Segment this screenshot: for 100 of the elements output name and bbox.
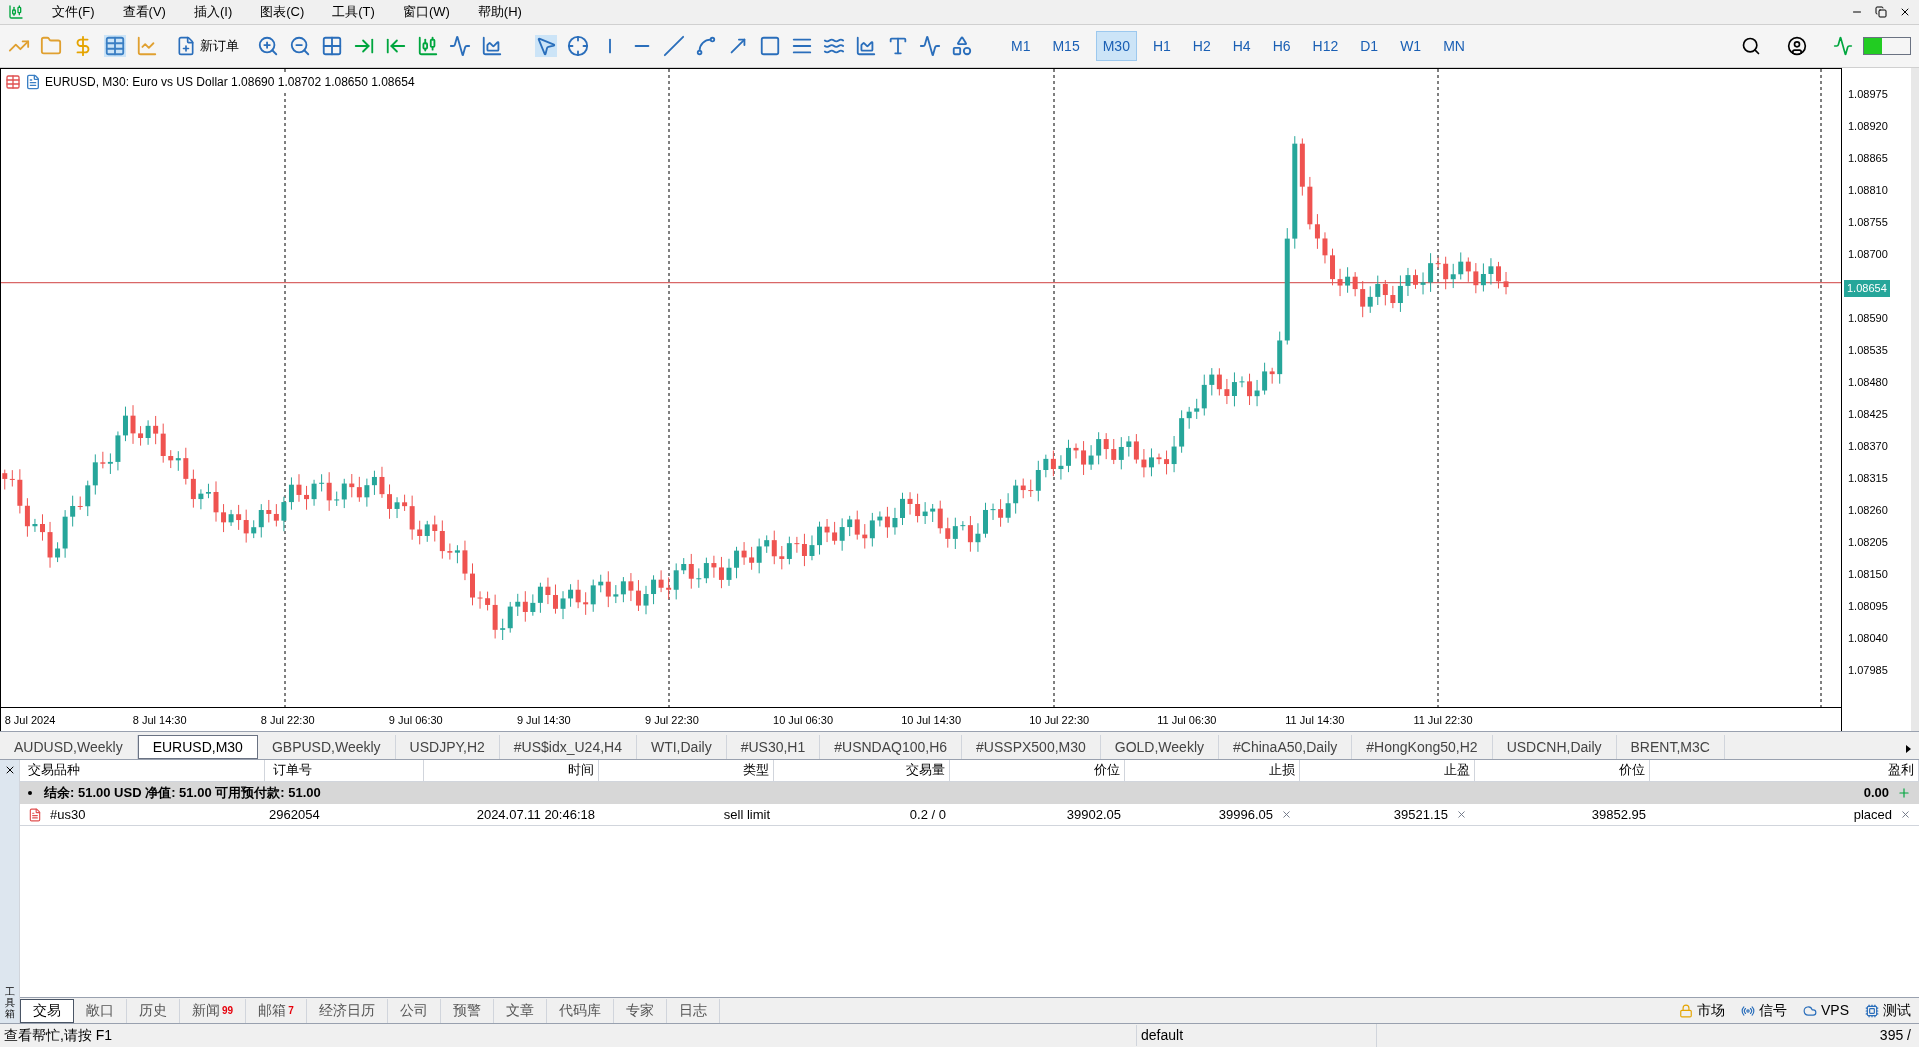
timeframe-button[interactable]: H6 — [1266, 31, 1297, 61]
service-link[interactable]: 测试 — [1857, 1000, 1919, 1021]
price-axis-label: 1.08260 — [1847, 503, 1889, 518]
indicator-icon[interactable] — [449, 35, 471, 57]
chart-tab[interactable]: #ChinaA50,Daily — [1219, 735, 1353, 759]
timeframe-button[interactable]: M15 — [1046, 31, 1086, 61]
trend-line-icon[interactable] — [663, 35, 685, 57]
remove-icon[interactable] — [1456, 809, 1467, 820]
chart-tab[interactable]: EURUSD,M30 — [137, 735, 258, 759]
timeframe-button[interactable]: W1 — [1394, 31, 1428, 61]
text-icon[interactable] — [887, 35, 909, 57]
total-profit: 0.00 — [1863, 784, 1889, 803]
zoom-in-icon[interactable] — [257, 35, 279, 57]
toolbox-tab[interactable]: 历史 — [127, 998, 180, 1023]
new-order-button[interactable]: 新订单 — [168, 31, 247, 61]
menu-item[interactable]: 帮助(H) — [465, 2, 534, 22]
column-header[interactable]: 止盈 — [1300, 760, 1475, 781]
toolbox-tab[interactable]: 代码库 — [546, 998, 614, 1023]
toolbox-tab[interactable]: 交易 — [20, 998, 74, 1023]
column-header[interactable]: 交易品种 — [20, 760, 265, 781]
service-link[interactable]: 信号 — [1733, 1000, 1795, 1021]
timeframe-button[interactable]: H2 — [1186, 31, 1217, 61]
toolbox-title: 工具箱 — [4, 986, 15, 1019]
toolbox-tab[interactable]: 日志 — [666, 998, 720, 1023]
toolbox-tab[interactable]: 文章 — [493, 998, 547, 1023]
column-header[interactable]: 类型 — [599, 760, 774, 781]
area-chart-icon[interactable] — [481, 35, 503, 57]
time-axis-label: 8 Jul 2024 — [4, 713, 56, 728]
price-axis-label: 1.07985 — [1847, 663, 1889, 678]
column-header[interactable]: 价位 — [1475, 760, 1650, 781]
chart-tab[interactable]: #USNDAQ100,H6 — [820, 735, 963, 759]
toolbox-tab[interactable]: 敞口 — [74, 998, 127, 1023]
crosshair-icon[interactable] — [567, 35, 589, 57]
price-axis-label: 1.08480 — [1847, 375, 1889, 390]
price-axis-label: 1.08920 — [1847, 119, 1889, 134]
price-axis-label: 1.08150 — [1847, 567, 1889, 582]
menu-item[interactable]: 查看(V) — [110, 2, 178, 22]
service-link[interactable]: 市场 — [1671, 1000, 1733, 1021]
account-icon[interactable] — [1787, 36, 1807, 56]
price-axis-label: 1.08810 — [1847, 183, 1889, 198]
chart-tab[interactable]: USDJPY,H2 — [395, 735, 500, 759]
timeframe-button[interactable]: H4 — [1226, 31, 1257, 61]
chart-tab[interactable]: USDCNH,Daily — [1492, 735, 1617, 759]
menu-item[interactable]: 窗口(W) — [390, 2, 462, 22]
chart-tab[interactable]: GBPUSD,Weekly — [257, 735, 396, 759]
lock-icon — [1679, 1003, 1693, 1018]
menu-item[interactable]: 工具(T) — [320, 2, 387, 22]
price-axis-label: 1.08095 — [1847, 599, 1889, 614]
column-header[interactable]: 止损 — [1125, 760, 1300, 781]
restore-icon[interactable] — [1875, 6, 1887, 18]
toolbox-tab[interactable]: 公司 — [387, 998, 441, 1023]
chart-tab[interactable]: AUDUSD,Weekly — [0, 735, 138, 759]
column-header[interactable]: 时间 — [424, 760, 599, 781]
close-icon[interactable] — [1899, 6, 1911, 18]
toolbox-tab[interactable]: 预警 — [440, 998, 494, 1023]
chart-tab[interactable]: #US30,H1 — [726, 735, 821, 759]
chart-tab[interactable]: #HongKong50,H2 — [1352, 735, 1493, 759]
chart-tab[interactable]: #US$idx_U24,H4 — [499, 735, 637, 759]
timeframe-button[interactable]: D1 — [1354, 31, 1385, 61]
remove-icon[interactable] — [1900, 809, 1911, 820]
chart-tab[interactable]: GOLD,Weekly — [1100, 735, 1219, 759]
chart-legend: EURUSD, M30: Euro vs US Dollar 1.08690 1.08702 1.08650 1.08654 — [45, 73, 415, 91]
cursor-icon[interactable] — [535, 35, 557, 57]
timeframe-button[interactable]: MN — [1437, 31, 1471, 61]
column-header[interactable]: 订单号 — [265, 760, 424, 781]
timeframe-button[interactable]: H12 — [1306, 31, 1345, 61]
toolbox-tab[interactable]: 经济日历 — [306, 998, 388, 1023]
column-header[interactable]: 交易量 — [774, 760, 950, 781]
column-header[interactable]: 盈利 — [1650, 760, 1919, 781]
column-header[interactable]: 价位 — [950, 760, 1125, 781]
menu-item[interactable]: 图表(C) — [248, 2, 317, 22]
table-icon[interactable] — [104, 35, 126, 57]
chart-template-icon — [25, 74, 41, 90]
search-icon[interactable] — [1741, 36, 1761, 56]
timeframe-button[interactable]: M30 — [1095, 31, 1137, 61]
zoom-out-icon[interactable] — [289, 35, 311, 57]
remove-icon[interactable] — [1281, 809, 1292, 820]
chart-tab[interactable]: WTI,Daily — [636, 735, 727, 759]
toolbox-tab[interactable]: 新闻 99 — [180, 998, 247, 1023]
bullet-icon — [28, 791, 32, 795]
table-cell-text: sell limit — [722, 805, 771, 824]
tab-scroll-icon[interactable] — [1906, 745, 1911, 753]
candlestick-icon[interactable] — [417, 35, 439, 57]
rectangle-icon[interactable] — [759, 35, 781, 57]
curve-icon[interactable] — [695, 35, 717, 57]
shapes-icon[interactable] — [951, 35, 973, 57]
chart-tab[interactable]: #USSPX500,M30 — [962, 735, 1101, 759]
service-link[interactable]: VPS — [1795, 1000, 1857, 1021]
chart-tab[interactable]: BRENT,M3C — [1616, 735, 1725, 759]
timeframe-button[interactable]: H1 — [1146, 31, 1177, 61]
current-price-label: 1.08654 — [1844, 280, 1890, 297]
price-axis-label: 1.08865 — [1847, 151, 1889, 166]
toolbox-tab[interactable]: 专家 — [613, 998, 667, 1023]
toolbox-tab[interactable]: 邮箱 7 — [246, 998, 307, 1023]
menu-item[interactable]: 文件(F) — [40, 2, 107, 22]
grid-icon[interactable] — [321, 35, 343, 57]
menu-item[interactable]: 插入(I) — [181, 2, 245, 22]
timeframe-button[interactable]: M1 — [1005, 31, 1037, 61]
chip-icon — [1865, 1003, 1879, 1018]
table-cell-text: placed — [1853, 805, 1892, 824]
